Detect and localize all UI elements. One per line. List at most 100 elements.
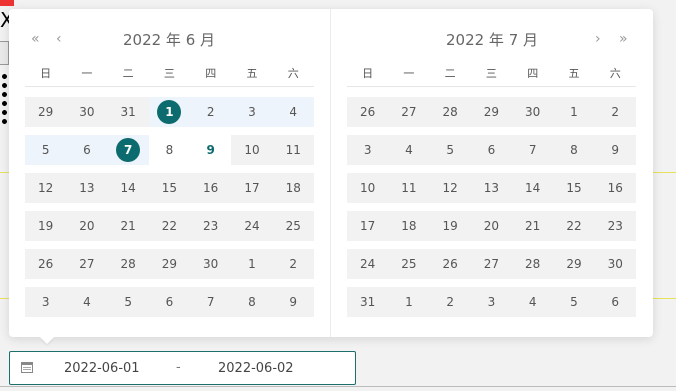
day-cell[interactable]: 19: [429, 211, 471, 241]
day-cell-in-range[interactable]: 4: [272, 97, 314, 127]
day-cell[interactable]: 13: [470, 173, 513, 203]
day-cell[interactable]: 11: [272, 135, 314, 165]
day-cell[interactable]: 24: [231, 211, 273, 241]
day-cell[interactable]: 10: [347, 173, 389, 203]
day-cell[interactable]: 3: [25, 287, 67, 317]
day-cell-today[interactable]: 9: [190, 135, 232, 165]
day-cell[interactable]: 6: [148, 287, 191, 317]
day-cell[interactable]: 2: [272, 249, 314, 279]
day-cell[interactable]: 30: [512, 97, 554, 127]
day-cell-in-range[interactable]: 6: [66, 135, 108, 165]
weekday-label: 一: [403, 67, 415, 80]
day-cell[interactable]: 6: [594, 287, 636, 317]
day-cell[interactable]: 11: [388, 173, 430, 203]
date-range-input[interactable]: 2022-06-01 - 2022-06-02: [9, 351, 356, 385]
week-row: 31 1 2 3 4 5 6: [347, 287, 636, 317]
day-cell[interactable]: 7: [190, 287, 232, 317]
day-cell[interactable]: 18: [388, 211, 430, 241]
day-cell[interactable]: 26: [347, 97, 389, 127]
day-cell[interactable]: 23: [190, 211, 232, 241]
start-date-input[interactable]: 2022-06-01: [64, 360, 140, 377]
day-cell-in-range[interactable]: 3: [231, 97, 273, 127]
day-cell[interactable]: 5: [107, 287, 149, 317]
day-cell[interactable]: 20: [66, 211, 108, 241]
day-cell[interactable]: 5: [553, 287, 595, 317]
day-cell[interactable]: 28: [429, 97, 471, 127]
day-cell[interactable]: 17: [231, 173, 273, 203]
prev-month-button[interactable]: ‹: [56, 31, 62, 47]
day-cell[interactable]: 21: [107, 211, 149, 241]
day-cell[interactable]: 15: [148, 173, 191, 203]
day-cell[interactable]: 9: [272, 287, 314, 317]
day-cell[interactable]: 8: [231, 287, 273, 317]
next-year-button[interactable]: »: [619, 31, 628, 47]
day-cell[interactable]: 9: [594, 135, 636, 165]
week-row: 12 13 14 15 16 17 18: [25, 173, 314, 203]
prev-year-button[interactable]: «: [31, 31, 40, 47]
day-cell[interactable]: 2: [594, 97, 636, 127]
day-cell[interactable]: 2: [429, 287, 471, 317]
day-cell[interactable]: 4: [66, 287, 108, 317]
day-cell[interactable]: 25: [388, 249, 430, 279]
day-cell[interactable]: 22: [148, 211, 191, 241]
day-cell[interactable]: 26: [25, 249, 67, 279]
day-cell[interactable]: 30: [66, 97, 108, 127]
day-cell[interactable]: 31: [107, 97, 149, 127]
day-cell-in-range[interactable]: 2: [190, 97, 232, 127]
day-cell[interactable]: 30: [190, 249, 232, 279]
day-cell[interactable]: 7: [512, 135, 554, 165]
day-cell[interactable]: 29: [470, 97, 513, 127]
day-cell[interactable]: 21: [512, 211, 554, 241]
day-cell[interactable]: 18: [272, 173, 314, 203]
day-cell[interactable]: 27: [66, 249, 108, 279]
day-cell[interactable]: 12: [25, 173, 67, 203]
day-cell-in-range[interactable]: 5: [25, 135, 67, 165]
day-cell[interactable]: 24: [347, 249, 389, 279]
day-cell[interactable]: 26: [429, 249, 471, 279]
selected-day-label: 1: [157, 100, 182, 124]
day-cell[interactable]: 17: [347, 211, 389, 241]
day-cell[interactable]: 5: [429, 135, 471, 165]
day-cell[interactable]: 23: [594, 211, 636, 241]
day-cell[interactable]: 28: [512, 249, 554, 279]
day-cell[interactable]: 22: [553, 211, 595, 241]
day-cell[interactable]: 29: [148, 249, 191, 279]
day-cell[interactable]: 28: [107, 249, 149, 279]
day-cell[interactable]: 19: [25, 211, 67, 241]
day-cell[interactable]: 27: [470, 249, 513, 279]
next-month-button[interactable]: ›: [595, 31, 601, 47]
day-cell[interactable]: 16: [190, 173, 232, 203]
day-cell-selected-end[interactable]: 7: [107, 135, 149, 165]
day-cell-selected-start[interactable]: 1: [148, 97, 191, 127]
day-cell[interactable]: 4: [388, 135, 430, 165]
day-cell[interactable]: 14: [107, 173, 149, 203]
day-cell[interactable]: 8: [553, 135, 595, 165]
day-cell[interactable]: 27: [388, 97, 430, 127]
day-cell[interactable]: 20: [470, 211, 513, 241]
day-cell[interactable]: 8: [148, 135, 191, 165]
day-cell[interactable]: 10: [231, 135, 273, 165]
day-cell[interactable]: 29: [25, 97, 67, 127]
day-cell[interactable]: 30: [594, 249, 636, 279]
range-separator: -: [176, 360, 181, 375]
week-row: 5 6 7 8 9 10 11: [25, 135, 314, 165]
day-cell[interactable]: 3: [347, 135, 389, 165]
end-date-input[interactable]: 2022-06-02: [218, 360, 294, 377]
background-dot-pattern: [0, 72, 9, 124]
left-calendar: 日 一 二 三 四 五 六 29 30 31 1 2 3 4 5 6 7 8 9…: [25, 62, 314, 317]
day-cell[interactable]: 25: [272, 211, 314, 241]
day-cell[interactable]: 13: [66, 173, 108, 203]
day-cell[interactable]: 12: [429, 173, 471, 203]
day-cell[interactable]: 6: [470, 135, 513, 165]
day-cell[interactable]: 1: [231, 249, 273, 279]
day-cell[interactable]: 14: [512, 173, 554, 203]
day-cell[interactable]: 4: [512, 287, 554, 317]
day-cell[interactable]: 1: [553, 97, 595, 127]
day-cell[interactable]: 1: [388, 287, 430, 317]
weekday-label: 六: [609, 67, 621, 80]
day-cell[interactable]: 15: [553, 173, 595, 203]
day-cell[interactable]: 3: [470, 287, 513, 317]
day-cell[interactable]: 16: [594, 173, 636, 203]
day-cell[interactable]: 29: [553, 249, 595, 279]
day-cell[interactable]: 31: [347, 287, 389, 317]
